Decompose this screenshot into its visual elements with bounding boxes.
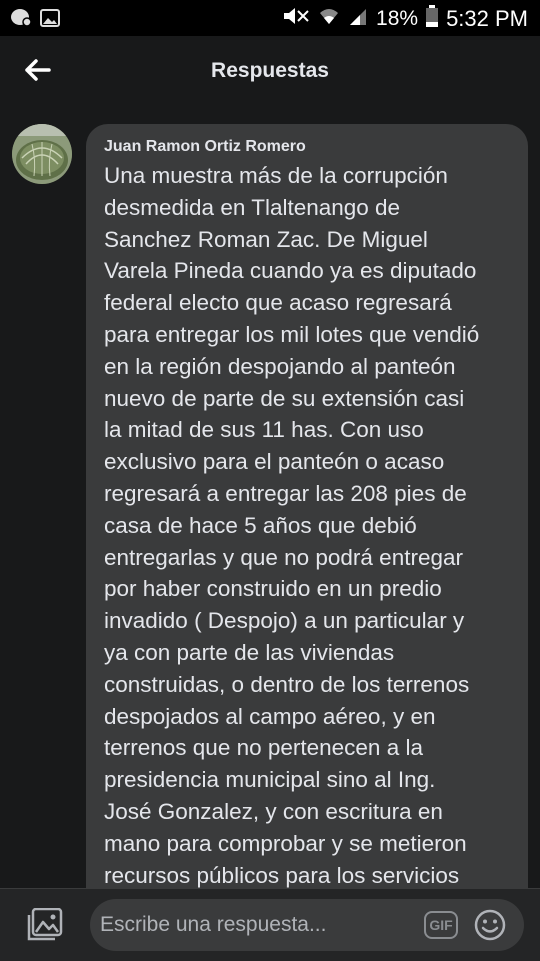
status-bar: 18% 5:32 PM [0, 0, 540, 36]
comment-bubble[interactable]: Juan Ramon Ortiz Romero Una muestra más … [86, 124, 528, 924]
reply-input[interactable]: Escribe una respuesta... GIF [90, 899, 524, 951]
battery-percent: 18% [376, 6, 419, 30]
signal-icon [348, 6, 368, 31]
page-title: Respuestas [211, 59, 329, 82]
gif-button[interactable]: GIF [424, 911, 458, 939]
battery-icon [426, 5, 439, 32]
header: Respuestas [0, 36, 540, 108]
messenger-notification-icon [10, 8, 32, 33]
avatar[interactable] [12, 124, 72, 184]
reply-placeholder: Escribe una respuesta... [100, 913, 327, 936]
gallery-notification-icon [40, 9, 60, 32]
mute-icon [282, 5, 310, 32]
wifi-icon [318, 6, 340, 31]
clock: 5:32 PM [446, 5, 528, 31]
emoji-icon [474, 909, 506, 941]
emoji-button[interactable] [474, 909, 506, 941]
comment-text: Una muestra más de la corrupción desmedi… [104, 163, 480, 888]
gif-label: GIF [429, 917, 453, 933]
photo-icon [27, 908, 63, 941]
reply-bar: Escribe una respuesta... GIF [0, 888, 540, 961]
photo-button[interactable] [26, 906, 64, 944]
comment-author[interactable]: Juan Ramon Ortiz Romero [104, 138, 306, 156]
